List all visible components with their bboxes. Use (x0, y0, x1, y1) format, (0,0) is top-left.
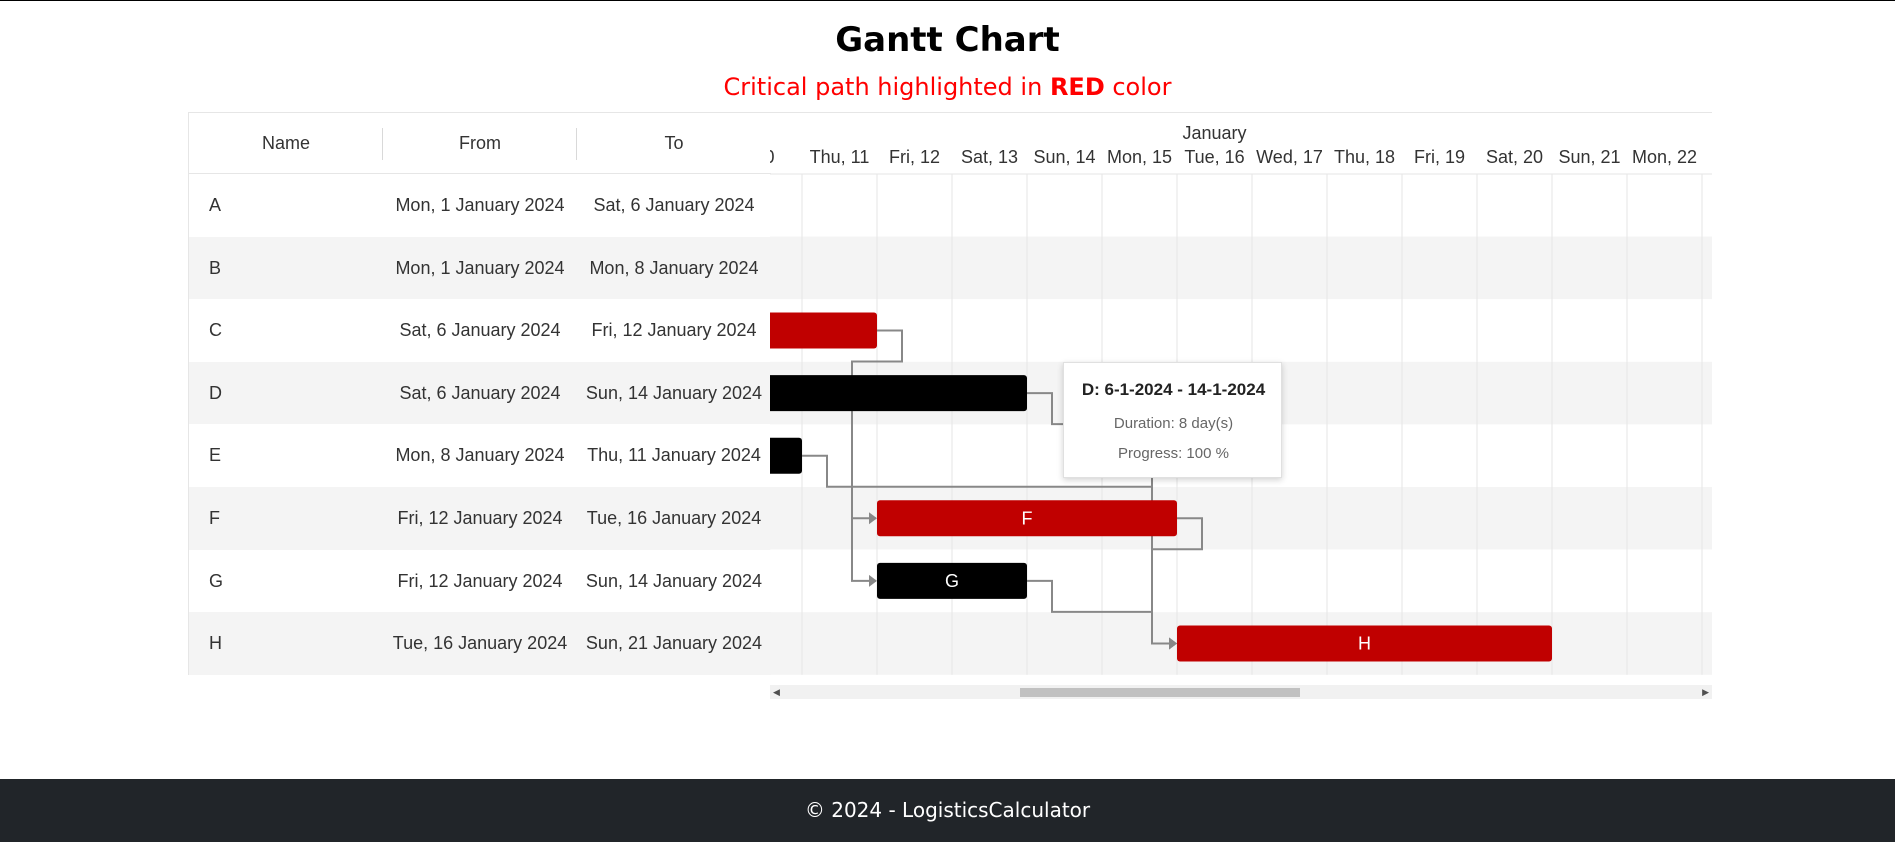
table-row[interactable]: A Mon, 1 January 2024 Sat, 6 January 2024 (189, 174, 771, 237)
day-label: Thu, 11 (810, 147, 870, 167)
day-label: Thu, 18 (1334, 147, 1395, 167)
table-row[interactable]: E Mon, 8 January 2024 Thu, 11 January 2024 (189, 424, 771, 487)
task-to-cell: Thu, 11 January 2024 (587, 445, 761, 466)
task-name-cell: E (209, 445, 222, 466)
task-name-cell: G (209, 570, 224, 591)
task-to-cell: Sat, 6 January 2024 (593, 195, 755, 215)
task-name-cell: H (209, 633, 222, 654)
task-name-cell: B (209, 257, 222, 278)
column-header-from[interactable]: From (383, 113, 577, 174)
day-label: Tue, 16 (1184, 147, 1244, 167)
task-to-cell: Sun, 14 January 2024 (585, 570, 763, 591)
day-label: Fri, 12 (889, 147, 940, 167)
table-row[interactable]: D Sat, 6 January 2024 Sun, 14 January 2024 (189, 361, 771, 425)
table-row[interactable]: C Sat, 6 January 2024 Fri, 12 January 2024 (189, 299, 771, 362)
month-label: January (1182, 123, 1246, 143)
day-label: Sat, 13 (961, 147, 1018, 167)
tooltip-title: D: 6-1-2024 - 14-1-2024 (1081, 380, 1266, 399)
table-row[interactable]: B Mon, 1 January 2024 Mon, 8 January 2024 (189, 236, 771, 300)
subtitle-emphasis: RED (1049, 73, 1105, 101)
task-from-cell: Fri, 12 January 2024 (397, 508, 563, 528)
task-bar-label: H (1358, 634, 1371, 654)
task-from-cell: Mon, 1 January 2024 (395, 195, 565, 215)
task-name-cell: C (209, 320, 222, 341)
day-label: Sat, 20 (1486, 147, 1543, 167)
column-header-name[interactable]: Name (189, 113, 383, 174)
day-label: Fri, 19 (1414, 147, 1465, 167)
task-from-cell: Tue, 16 January 2024 (392, 633, 568, 654)
table-row[interactable]: H Tue, 16 January 2024 Sun, 21 January 202… (189, 612, 771, 675)
task-name-cell: F (209, 508, 220, 528)
task-bar-d (770, 375, 1027, 412)
day-label: 10 (770, 147, 775, 167)
table-row[interactable]: G Fri, 12 January 2024 Sun, 14 January 202… (189, 550, 771, 613)
page-title: Gantt Chart (835, 20, 1060, 60)
day-label: Wed, 17 (1256, 147, 1323, 167)
scroll-right-arrow-icon[interactable]: ▶ (1702, 687, 1709, 698)
subtitle-text: Critical path highlighted in (723, 73, 1050, 101)
timeline-row-band (770, 299, 1712, 362)
task-to-cell: Sun, 21 January 2024 (585, 633, 763, 654)
timeline-row-band (770, 174, 1712, 237)
task-to-cell: Fri, 12 January 2024 (591, 320, 757, 341)
task-name-cell: A (209, 195, 222, 215)
task-name-cell: D (209, 382, 222, 403)
task-to-cell: Sun, 14 January 2024 (585, 382, 763, 403)
footer: © 2024 - LogisticsCalculator (0, 779, 1895, 842)
gantt-chart: Name From To A Mon, 1 January 2024 Sat, 6 … (188, 112, 1712, 675)
scrollbar-thumb[interactable] (1020, 688, 1300, 697)
horizontal-scrollbar[interactable]: ◀ ▶ (770, 685, 1712, 699)
top-border (0, 0, 1895, 1)
task-table: Name From To A Mon, 1 January 2024 Sat, 6 … (188, 112, 771, 675)
task-from-cell: Sat, 6 January 2024 (399, 320, 561, 341)
day-label: Sun, 21 (1558, 147, 1620, 167)
scroll-left-arrow-icon[interactable]: ◀ (773, 687, 780, 698)
day-label: Mon, 15 (1107, 147, 1172, 167)
day-label: Sun, 14 (1033, 147, 1095, 167)
table-row[interactable]: F Fri, 12 January 2024 Tue, 16 January 202… (189, 487, 771, 550)
task-to-cell: Tue, 16 January 2024 (586, 508, 762, 528)
timeline-row-band (770, 236, 1712, 300)
task-from-cell: Sat, 6 January 2024 (399, 382, 561, 403)
task-bar-e (770, 437, 802, 474)
table-header: Name From To (189, 113, 771, 174)
subtitle-suffix: color (1104, 73, 1172, 101)
task-from-cell: Mon, 1 January 2024 (395, 257, 565, 278)
task-from-cell: Mon, 8 January 2024 (395, 445, 565, 466)
column-header-to[interactable]: To (577, 113, 771, 174)
task-bar-label: F (1022, 508, 1033, 528)
task-bar-c (770, 312, 877, 349)
task-bar-label: G (945, 571, 959, 591)
day-label: Mon, 22 (1632, 147, 1697, 167)
tooltip-progress: Progress: 100 % (1118, 445, 1229, 462)
task-to-cell: Mon, 8 January 2024 (589, 257, 759, 278)
page-subtitle: Critical path highlighted in RED color (0, 73, 1895, 101)
task-from-cell: Fri, 12 January 2024 (397, 570, 563, 591)
tooltip-duration: Duration: 8 day(s) (1113, 415, 1234, 432)
task-tooltip: D: 6-1-2024 - 14-1-2024 Duration: 8 day(… (1063, 362, 1282, 478)
